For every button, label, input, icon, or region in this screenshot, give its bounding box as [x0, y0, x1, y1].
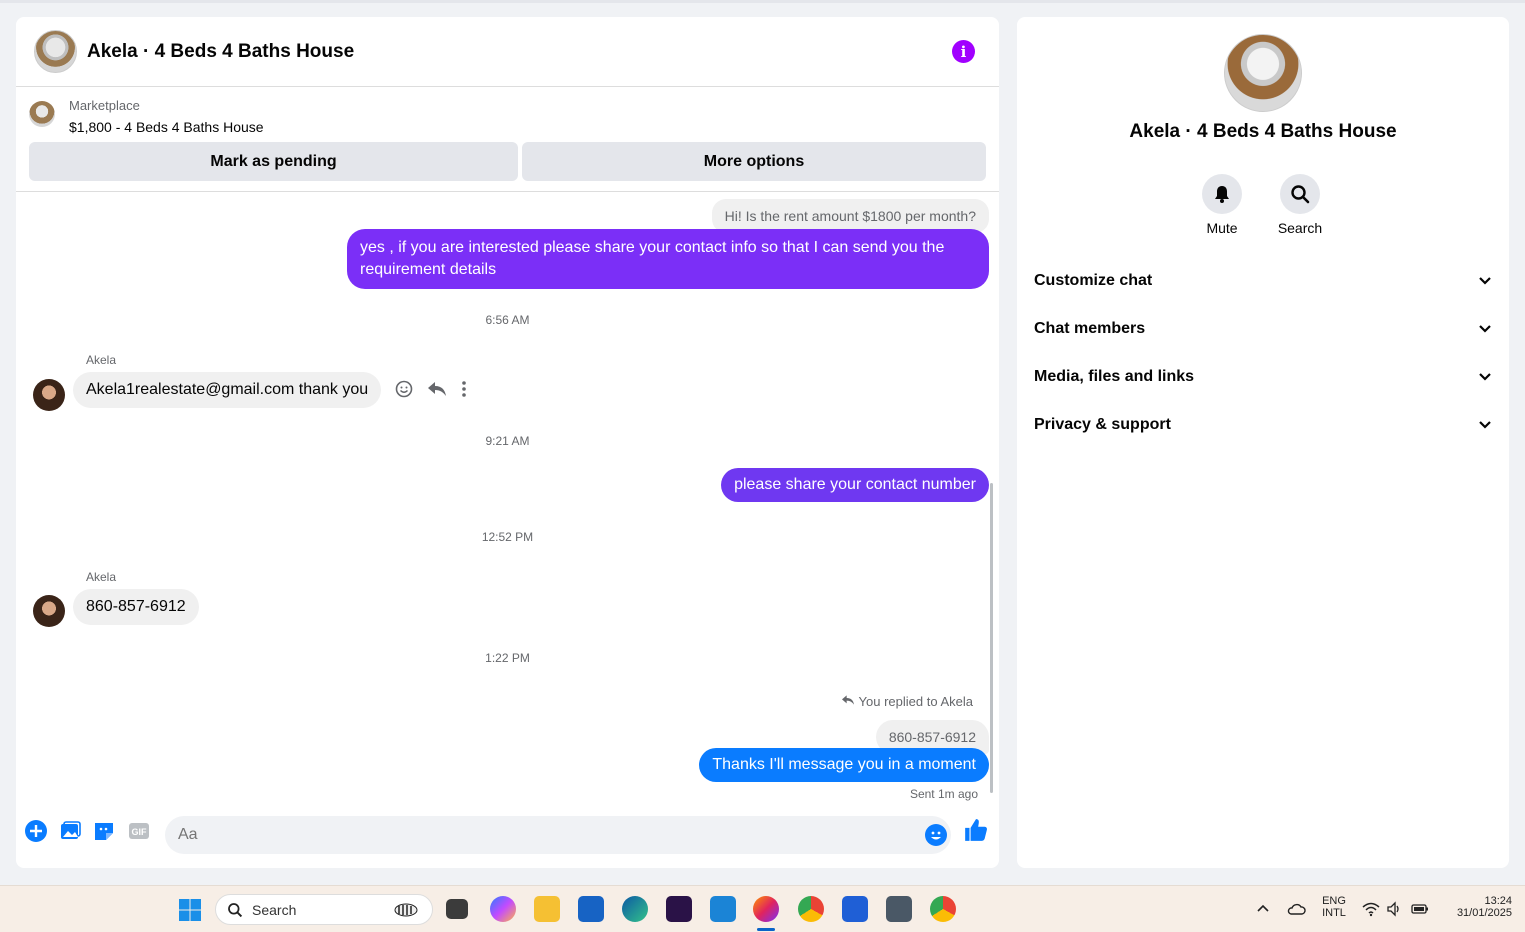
details-title: Akela · 4 Beds 4 Baths House	[1129, 121, 1397, 142]
chevron-up-icon[interactable]	[1256, 903, 1270, 913]
react-icon[interactable]	[395, 380, 413, 398]
mute-button[interactable]	[1202, 174, 1242, 214]
chevron-down-icon	[1479, 421, 1491, 429]
sender-name: Akela	[86, 353, 117, 367]
details-avatar[interactable]	[1224, 34, 1302, 112]
section-label: Privacy & support	[1034, 416, 1171, 433]
reply-icon[interactable]	[427, 380, 447, 398]
bell-icon	[1215, 186, 1229, 203]
dev-tool-icon[interactable]	[842, 896, 868, 922]
language-code: ENG	[1322, 895, 1346, 907]
active-app-indicator	[757, 928, 775, 931]
copilot-icon[interactable]	[490, 896, 516, 922]
media-app-icon[interactable]	[666, 896, 692, 922]
section-customize-chat[interactable]: Customize chat	[1034, 266, 1492, 296]
timestamp: 12:52 PM	[481, 530, 534, 544]
clock-time: 13:24	[1484, 895, 1512, 907]
message-list[interactable]: Hi! Is the rent amount $1800 per month? …	[16, 193, 999, 805]
search-button[interactable]	[1280, 174, 1320, 214]
marketplace-banner: Marketplace $1,800 - 4 Beds 4 Baths Hous…	[16, 88, 999, 192]
chat-panel: Akela · 4 Beds 4 Baths House i Marketpla…	[16, 17, 999, 868]
message-actions	[395, 380, 467, 398]
listing-title[interactable]: $1,800 - 4 Beds 4 Baths House	[69, 119, 264, 135]
windows-start-icon[interactable]	[178, 898, 202, 922]
zebra-icon	[394, 903, 418, 917]
sticker-icon[interactable]	[92, 819, 116, 843]
message-text-line: yes , if you are interested please share…	[360, 239, 945, 256]
timestamp: 6:56 AM	[485, 313, 530, 327]
browser-edge	[0, 0, 1525, 3]
photo-icon[interactable]	[58, 819, 82, 843]
chat-details-panel: Akela · 4 Beds 4 Baths House Mute Search…	[1017, 17, 1509, 868]
app-icon[interactable]	[886, 896, 912, 922]
reply-note: You replied to Akela	[841, 694, 973, 709]
message-text-line: requirement details	[360, 261, 497, 278]
sender-name: Akela	[86, 570, 117, 584]
more-icon[interactable]	[461, 380, 467, 398]
message-input[interactable]	[165, 816, 865, 854]
file-explorer-icon[interactable]	[534, 896, 560, 922]
section-media-files-links[interactable]: Media, files and links	[1034, 362, 1492, 392]
taskbar-search-label: Search	[252, 901, 297, 918]
clock[interactable]: 13:24 31/01/2025	[1440, 895, 1512, 919]
listing-thumbnail[interactable]	[29, 101, 55, 127]
chevron-down-icon	[1479, 373, 1491, 381]
section-label: Chat members	[1034, 320, 1146, 337]
volume-icon[interactable]	[1386, 901, 1402, 917]
wifi-icon[interactable]	[1362, 901, 1380, 917]
language-indicator[interactable]: ENG INTL	[1318, 895, 1350, 919]
section-chat-members[interactable]: Chat members	[1034, 314, 1492, 344]
mark-pending-button[interactable]: Mark as pending	[29, 142, 518, 181]
sent-status: Sent 1m ago	[909, 787, 978, 801]
search-label: Search	[1277, 220, 1323, 236]
chevron-down-icon	[1479, 325, 1491, 333]
section-privacy-support[interactable]: Privacy & support	[1034, 410, 1492, 440]
info-icon[interactable]: i	[952, 40, 975, 63]
task-view-icon[interactable]	[446, 899, 468, 919]
svg-text:GIF: GIF	[132, 827, 148, 837]
message-input-box[interactable]	[165, 816, 951, 854]
message-outgoing[interactable]: Thanks I'll message you in a moment	[699, 748, 989, 782]
reply-note-text: You replied to Akela	[858, 694, 973, 709]
store-icon[interactable]	[578, 896, 604, 922]
taskbar: Search ENG INTL 13:24 31/01/2025	[0, 885, 1525, 932]
sender-avatar[interactable]	[33, 595, 65, 627]
marketplace-label: Marketplace	[69, 98, 140, 113]
sender-avatar[interactable]	[33, 379, 65, 411]
message-incoming-faded: Hi! Is the rent amount $1800 per month?	[711, 199, 989, 233]
chrome-icon[interactable]	[798, 896, 824, 922]
scrollbar[interactable]	[990, 483, 993, 793]
section-label: Media, files and links	[1034, 368, 1195, 385]
composer: GIF	[16, 811, 999, 868]
message-outgoing[interactable]: yes , if you are interested please share…	[347, 229, 989, 289]
onedrive-icon[interactable]	[1286, 902, 1306, 916]
chrome-profile-icon[interactable]	[930, 896, 956, 922]
timestamp: 1:22 PM	[485, 651, 530, 665]
chat-header: Akela · 4 Beds 4 Baths House i	[16, 17, 999, 87]
add-icon[interactable]	[24, 819, 48, 843]
battery-icon[interactable]	[1410, 902, 1430, 916]
chat-title[interactable]: Akela · 4 Beds 4 Baths House	[87, 41, 354, 63]
more-options-button[interactable]: More options	[522, 142, 986, 181]
mute-label: Mute	[1206, 220, 1238, 236]
emoji-icon[interactable]	[925, 824, 947, 846]
timestamp: 9:21 AM	[485, 434, 530, 448]
message-incoming[interactable]: 860-857-6912	[73, 589, 199, 625]
clock-date: 31/01/2025	[1456, 907, 1512, 919]
search-icon	[1291, 185, 1310, 204]
section-label: Customize chat	[1034, 272, 1153, 289]
chevron-down-icon	[1479, 277, 1491, 285]
reply-icon	[842, 695, 855, 705]
edge-icon[interactable]	[622, 896, 648, 922]
taskbar-search[interactable]: Search	[215, 894, 433, 925]
vscode-icon[interactable]	[710, 896, 736, 922]
chat-avatar[interactable]	[34, 30, 77, 73]
like-icon[interactable]	[963, 817, 989, 843]
message-outgoing[interactable]: please share your contact number	[721, 468, 989, 502]
firefox-icon[interactable]	[753, 896, 779, 922]
search-icon	[228, 903, 243, 918]
message-incoming[interactable]: Akela1realestate@gmail.com thank you	[73, 372, 382, 408]
keyboard-layout: INTL	[1322, 907, 1346, 919]
gif-icon[interactable]: GIF	[127, 819, 151, 843]
